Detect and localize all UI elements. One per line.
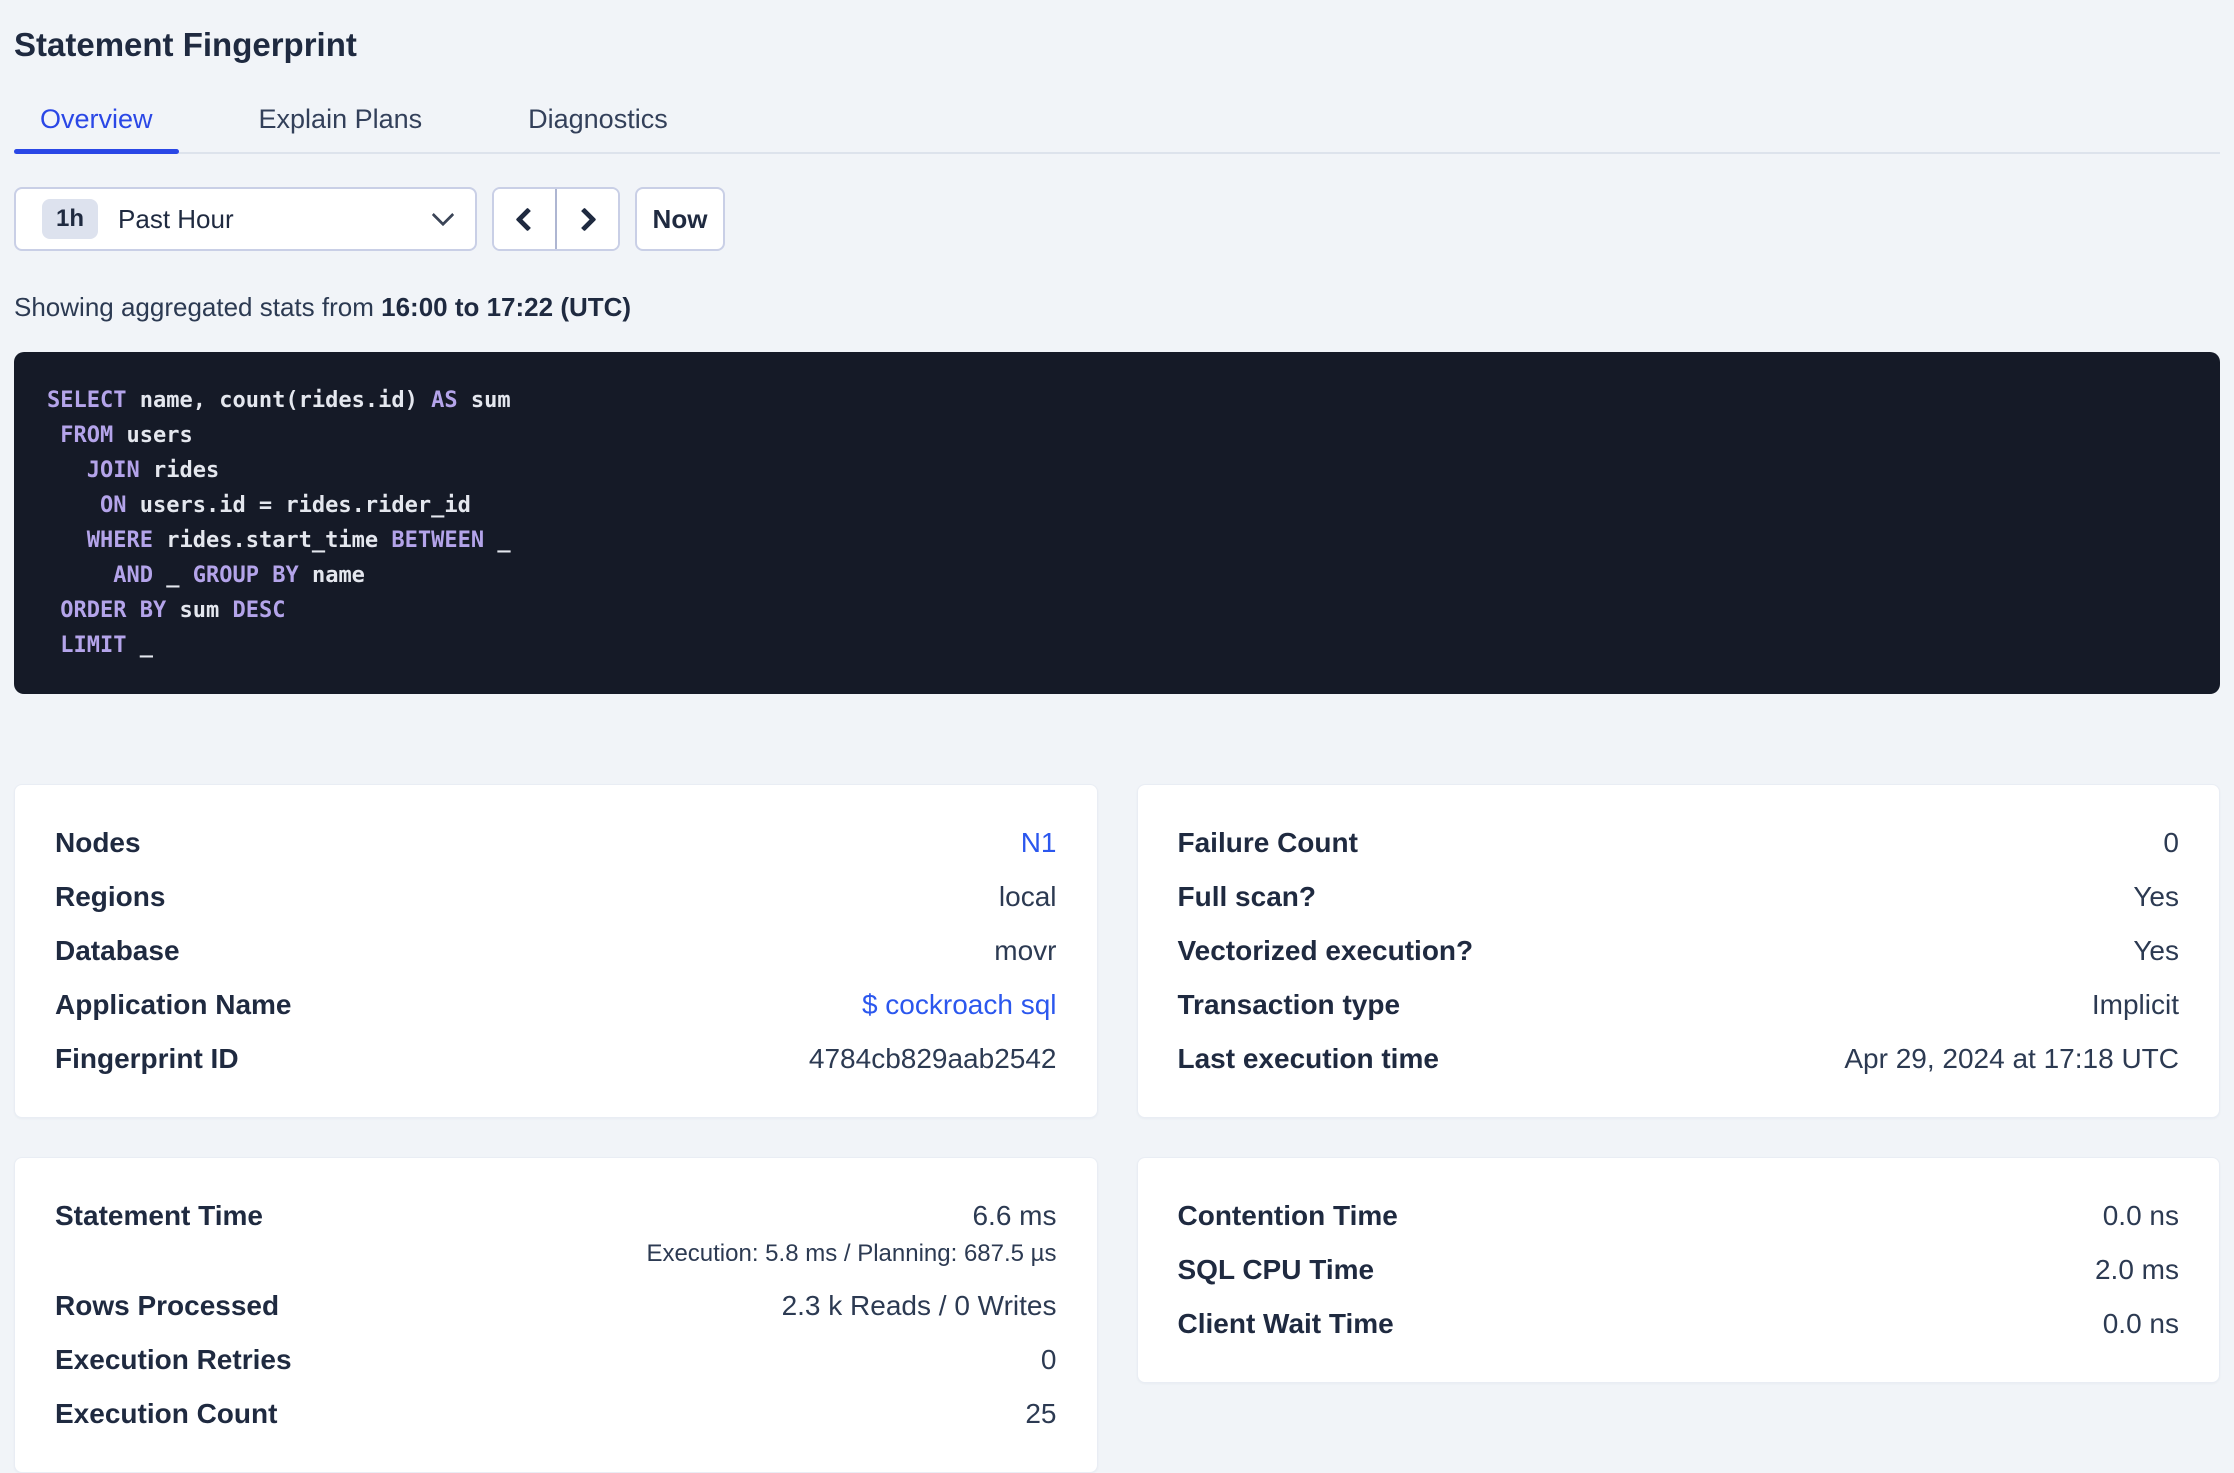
sql-line: LIMIT _ bbox=[60, 633, 153, 658]
row-value-group: 6.6 ms Execution: 5.8 ms / Planning: 687.… bbox=[646, 1200, 1056, 1268]
row-label: Vectorized execution? bbox=[1177, 935, 1474, 966]
row-value: Apr 29, 2024 at 17:18 UTC bbox=[1844, 1043, 2179, 1074]
row-value: Implicit bbox=[2091, 989, 2179, 1020]
chevron-left-icon bbox=[515, 206, 540, 232]
card-row: Database movr bbox=[55, 935, 1057, 967]
wait-time-card: Contention Time 0.0 ns SQL CPU Time 2.0 ms C… bbox=[1136, 1157, 2220, 1383]
card-row: Full scan? Yes bbox=[1178, 881, 2180, 913]
row-value: Yes bbox=[2133, 935, 2179, 966]
summary-cards-row-1: Nodes N1 Regions local Database movr Applicati… bbox=[14, 784, 2220, 1118]
row-label: SQL CPU Time bbox=[1177, 1254, 1375, 1285]
time-controls: 1h Past Hour Now bbox=[14, 187, 2220, 251]
page-title: Statement Fingerprint bbox=[14, 26, 357, 63]
card-row: Transaction type Implicit bbox=[1178, 989, 2180, 1021]
card-row: Failure Count 0 bbox=[1178, 827, 2180, 859]
card-row: Application Name $ cockroach sql bbox=[55, 989, 1057, 1021]
row-label: Execution Retries bbox=[55, 1344, 292, 1375]
sql-line: SELECT name, count(rides.id) AS sum bbox=[47, 388, 511, 413]
row-value: 4784cb829aab2542 bbox=[808, 1043, 1057, 1074]
row-label: Application Name bbox=[55, 989, 292, 1020]
row-label: Last execution time bbox=[1177, 1043, 1439, 1074]
card-row: Last execution time Apr 29, 2024 at 17:18… bbox=[1178, 1043, 2180, 1075]
row-label: Full scan? bbox=[1177, 881, 1316, 912]
row-value: 25 bbox=[1025, 1398, 1057, 1429]
row-value: 2.3 k Reads / 0 Writes bbox=[781, 1290, 1057, 1321]
statement-details-card: Nodes N1 Regions local Database movr Applicati… bbox=[14, 784, 1098, 1118]
row-label: Nodes bbox=[55, 827, 141, 858]
summary-cards-row-2: Statement Time 6.6 ms Execution: 5.8 ms / … bbox=[14, 1157, 2220, 1473]
card-row: Nodes N1 bbox=[55, 827, 1057, 859]
time-nav-buttons bbox=[492, 187, 620, 251]
time-range-badge: 1h bbox=[42, 199, 99, 239]
row-value: 0.0 ns bbox=[2102, 1200, 2179, 1231]
aggregated-stats-line: Showing aggregated stats from 16:00 to 1… bbox=[14, 292, 2220, 323]
row-label: Regions bbox=[55, 881, 166, 912]
row-value: 2.0 ms bbox=[2094, 1254, 2179, 1285]
row-label: Statement Time bbox=[55, 1200, 263, 1231]
tab-overview[interactable]: Overview bbox=[14, 104, 179, 154]
row-label: Execution Count bbox=[55, 1398, 278, 1429]
next-time-button[interactable] bbox=[557, 189, 618, 249]
tab-bar: Overview Explain Plans Diagnostics bbox=[14, 104, 2220, 154]
tab-diagnostics[interactable]: Diagnostics bbox=[502, 104, 694, 152]
row-value: local bbox=[998, 881, 1057, 912]
row-value: 0 bbox=[1040, 1344, 1057, 1375]
card-row: Vectorized execution? Yes bbox=[1178, 935, 2180, 967]
prev-time-button[interactable] bbox=[494, 189, 557, 249]
sql-line: AND _ GROUP BY name bbox=[113, 563, 365, 588]
sql-line: ON users.id = rides.rider_id bbox=[99, 493, 471, 518]
row-value-link[interactable]: $ cockroach sql bbox=[862, 989, 1057, 1021]
now-button[interactable]: Now bbox=[635, 187, 725, 251]
aggregated-stats-range: 16:00 to 17:22 (UTC) bbox=[381, 292, 632, 322]
row-label: Fingerprint ID bbox=[55, 1043, 239, 1074]
chevron-down-icon bbox=[431, 203, 455, 227]
row-label: Failure Count bbox=[1177, 827, 1358, 858]
sql-line: ORDER BY sum DESC bbox=[60, 598, 286, 623]
tab-explain-plans[interactable]: Explain Plans bbox=[233, 104, 449, 152]
sql-statement-code: SELECT name, count(rides.id) AS sum FROM… bbox=[47, 383, 2187, 663]
row-value: 0 bbox=[2163, 827, 2179, 858]
row-subvalue: Execution: 5.8 ms / Planning: 687.5 µs bbox=[646, 1240, 1057, 1267]
card-row: SQL CPU Time 2.0 ms bbox=[1178, 1254, 2180, 1286]
card-row: Contention Time 0.0 ns bbox=[1178, 1200, 2180, 1232]
row-value: movr bbox=[994, 935, 1057, 966]
row-value: Yes bbox=[2133, 881, 2179, 912]
card-row: Rows Processed 2.3 k Reads / 0 Writes bbox=[55, 1290, 1057, 1322]
row-value: 6.6 ms bbox=[972, 1200, 1057, 1231]
card-row: Execution Retries 0 bbox=[55, 1344, 1057, 1376]
row-label: Transaction type bbox=[1177, 989, 1401, 1020]
time-range-dropdown[interactable]: 1h Past Hour bbox=[14, 187, 477, 251]
card-row: Statement Time 6.6 ms Execution: 5.8 ms / … bbox=[55, 1200, 1057, 1268]
row-value-link[interactable]: N1 bbox=[1021, 827, 1057, 859]
row-label: Database bbox=[55, 935, 180, 966]
card-row: Regions local bbox=[55, 881, 1057, 913]
sql-statement-box: SELECT name, count(rides.id) AS sum FROM… bbox=[14, 352, 2220, 694]
card-row: Execution Count 25 bbox=[55, 1398, 1057, 1430]
card-row: Fingerprint ID 4784cb829aab2542 bbox=[55, 1043, 1057, 1075]
execution-attributes-card: Failure Count 0 Full scan? Yes Vectorized ex… bbox=[1136, 784, 2220, 1118]
row-value: 0.0 ns bbox=[2102, 1308, 2179, 1339]
statement-time-card: Statement Time 6.6 ms Execution: 5.8 ms / … bbox=[14, 1157, 1098, 1473]
sql-line: FROM users bbox=[60, 423, 193, 448]
chevron-right-icon bbox=[572, 206, 597, 232]
card-row: Client Wait Time 0.0 ns bbox=[1178, 1308, 2180, 1340]
sql-line: JOIN rides bbox=[86, 458, 220, 483]
row-label: Client Wait Time bbox=[1177, 1308, 1394, 1339]
statement-fingerprint-page: Statement Fingerprint Overview Explain Pl… bbox=[0, 0, 2234, 1473]
time-range-label: Past Hour bbox=[118, 203, 234, 234]
row-label: Rows Processed bbox=[55, 1290, 280, 1321]
sql-line: WHERE rides.start_time BETWEEN _ bbox=[86, 528, 511, 553]
aggregated-stats-prefix: Showing aggregated stats from bbox=[14, 292, 382, 322]
row-label: Contention Time bbox=[1177, 1200, 1398, 1231]
